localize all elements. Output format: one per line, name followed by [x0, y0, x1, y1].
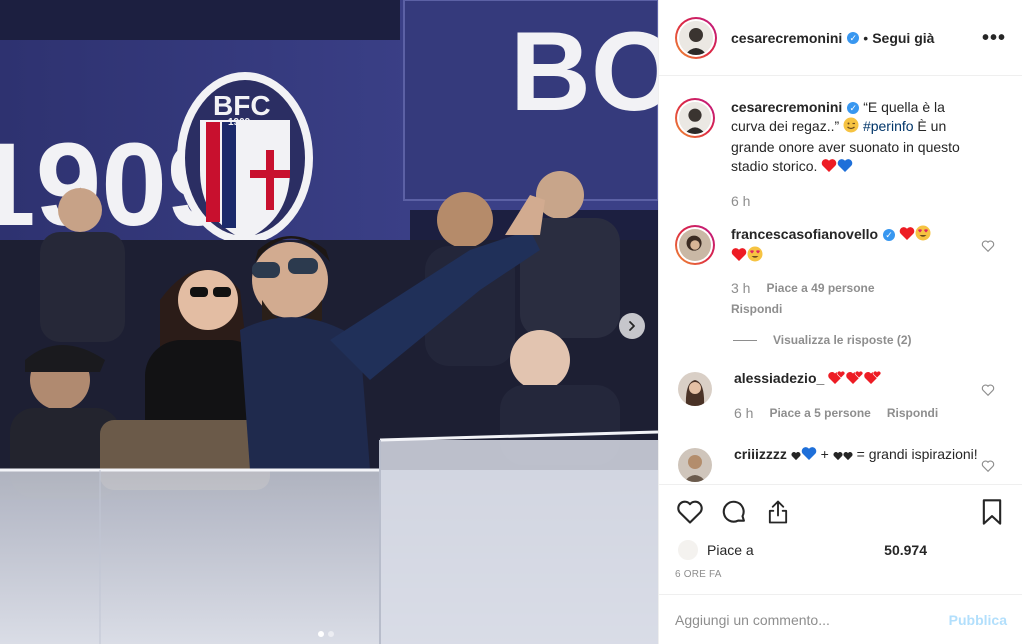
post-header: cesarecremonini ✓ • Segui già ••• — [659, 0, 1022, 76]
likes-count[interactable]: 50.974 — [884, 542, 927, 558]
comment-like-heart-icon[interactable] — [981, 239, 995, 253]
share-icon — [768, 500, 788, 524]
caption-timestamp: 6 h — [731, 193, 751, 209]
photo-illustration: BO 1909 BFC 1909 — [0, 0, 658, 644]
wink-emoji-icon — [843, 117, 859, 138]
comment-avatar-image — [678, 372, 712, 406]
crest-text-year: 1909 — [228, 117, 251, 128]
comment-like-heart-icon[interactable] — [981, 459, 995, 473]
black-heart-emoji-icon — [791, 447, 801, 466]
comment-author-avatar[interactable] — [675, 225, 715, 265]
caption-avatar-image — [679, 102, 711, 134]
carousel-next-button[interactable] — [619, 313, 645, 339]
add-comment-bar: Pubblica — [659, 594, 1022, 644]
comment-body: francescasofianovello ✓ 3 h Piace a 49 pe… — [731, 225, 981, 319]
author-username[interactable]: cesarecremonini — [731, 30, 842, 46]
comment-author-username[interactable]: criiizzzz — [734, 446, 787, 462]
bookmark-icon — [982, 499, 1002, 525]
post-date: 6 ORE FA — [675, 569, 722, 580]
caption-author-avatar[interactable] — [675, 98, 715, 138]
like-button[interactable] — [675, 497, 705, 527]
carousel-dot-2 — [328, 631, 334, 637]
comment-like-heart-icon[interactable] — [981, 383, 995, 397]
instagram-post-modal: BO 1909 BFC 1909 cesarecremonini ✓ • Seg… — [0, 0, 1022, 644]
verified-badge-icon: ✓ — [883, 229, 896, 241]
more-options-icon[interactable]: ••• — [982, 28, 1006, 48]
carousel-indicator — [318, 631, 334, 637]
comment-body: criiizzzz + = grandi ispirazioni! — [734, 445, 984, 484]
heart-icon — [677, 500, 703, 524]
post-photo[interactable]: BO 1909 BFC 1909 — [0, 0, 658, 644]
comment-likes-count[interactable]: Piace a 49 persone — [766, 279, 874, 298]
replies-divider-line — [733, 339, 757, 341]
comment-timestamp: 6 h — [734, 405, 754, 421]
comments-list[interactable]: cesarecremonini ✓ “E quella è la curva de… — [659, 76, 1022, 484]
two-hearts-emoji-icon — [864, 370, 882, 390]
red-heart-emoji-icon — [821, 158, 837, 178]
comment-text-part-2: = grandi ispirazioni! — [852, 446, 978, 462]
likes-summary[interactable]: Piace a 50.974 — [675, 539, 1007, 561]
comment-author-avatar[interactable] — [678, 372, 712, 406]
follow-separator: • — [863, 29, 869, 46]
bfc-crest: BFC 1909 — [177, 72, 313, 244]
verified-badge-icon: ✓ — [847, 102, 860, 114]
comment-avatar-image — [679, 229, 711, 261]
comment-author-username[interactable]: alessiadezio_ — [734, 370, 824, 386]
blue-heart-emoji-icon — [837, 158, 853, 178]
caption: cesarecremonini ✓ “E quella è la curva de… — [675, 98, 1007, 211]
save-button[interactable] — [977, 497, 1007, 527]
two-hearts-emoji-icon — [828, 370, 846, 390]
reply-button[interactable]: Rispondi — [731, 300, 782, 319]
share-button[interactable] — [763, 497, 793, 527]
caption-body: cesarecremonini ✓ “E quella è la curva de… — [731, 98, 981, 211]
comment-avatar-image — [678, 448, 712, 482]
carousel-dot-1 — [318, 631, 324, 637]
comment-timestamp: 3 h — [731, 280, 751, 296]
blue-heart-emoji-icon — [801, 446, 817, 466]
heart-eyes-emoji-icon — [747, 246, 763, 267]
comment-text-part-1: + — [816, 446, 833, 462]
comment-body: alessiadezio_ 6 h Piace a 5 persone Risp… — [734, 369, 984, 423]
stand-text-bo: BO — [510, 9, 658, 134]
comment-author-avatar[interactable] — [678, 448, 712, 482]
heart-eyes-emoji-icon — [915, 225, 931, 246]
author-avatar-image — [679, 20, 713, 55]
comment-input[interactable] — [675, 611, 949, 628]
black-heart-emoji-icon — [843, 447, 853, 466]
comment-item: francescasofianovello ✓ 3 h Piace a 49 pe… — [675, 225, 1007, 319]
following-button[interactable]: Segui già — [872, 30, 934, 46]
comment-icon — [722, 500, 745, 523]
post-actions: Piace a 50.974 6 ORE FA — [659, 484, 1022, 594]
post-side-panel: cesarecremonini ✓ • Segui già ••• cesare… — [658, 0, 1022, 644]
comment-item: criiizzzz + = grandi ispirazioni! — [675, 445, 1007, 484]
chevron-right-icon — [629, 321, 635, 331]
liker-avatar — [677, 539, 699, 561]
red-heart-emoji-icon — [731, 247, 747, 267]
comment-author-username[interactable]: francescasofianovello — [731, 226, 878, 242]
comment-button[interactable] — [719, 497, 749, 527]
view-replies-button[interactable]: Visualizza le risposte (2) — [733, 333, 1007, 347]
caption-hashtag-link[interactable]: #perinfo — [863, 118, 914, 134]
red-heart-emoji-icon — [899, 226, 915, 246]
comment-likes-count[interactable]: Piace a 5 persone — [769, 404, 870, 423]
author-avatar[interactable] — [675, 16, 717, 59]
likes-label: Piace a — [707, 542, 754, 558]
reply-button[interactable]: Rispondi — [887, 404, 938, 423]
verified-badge-icon: ✓ — [847, 31, 860, 44]
comment-item: alessiadezio_ 6 h Piace a 5 persone Risp… — [675, 369, 1007, 423]
publish-button[interactable]: Pubblica — [949, 612, 1007, 628]
view-replies-label: Visualizza le risposte (2) — [773, 333, 912, 347]
black-heart-emoji-icon — [833, 447, 843, 466]
caption-author-username[interactable]: cesarecremonini — [731, 99, 842, 115]
two-hearts-emoji-icon — [846, 370, 864, 390]
